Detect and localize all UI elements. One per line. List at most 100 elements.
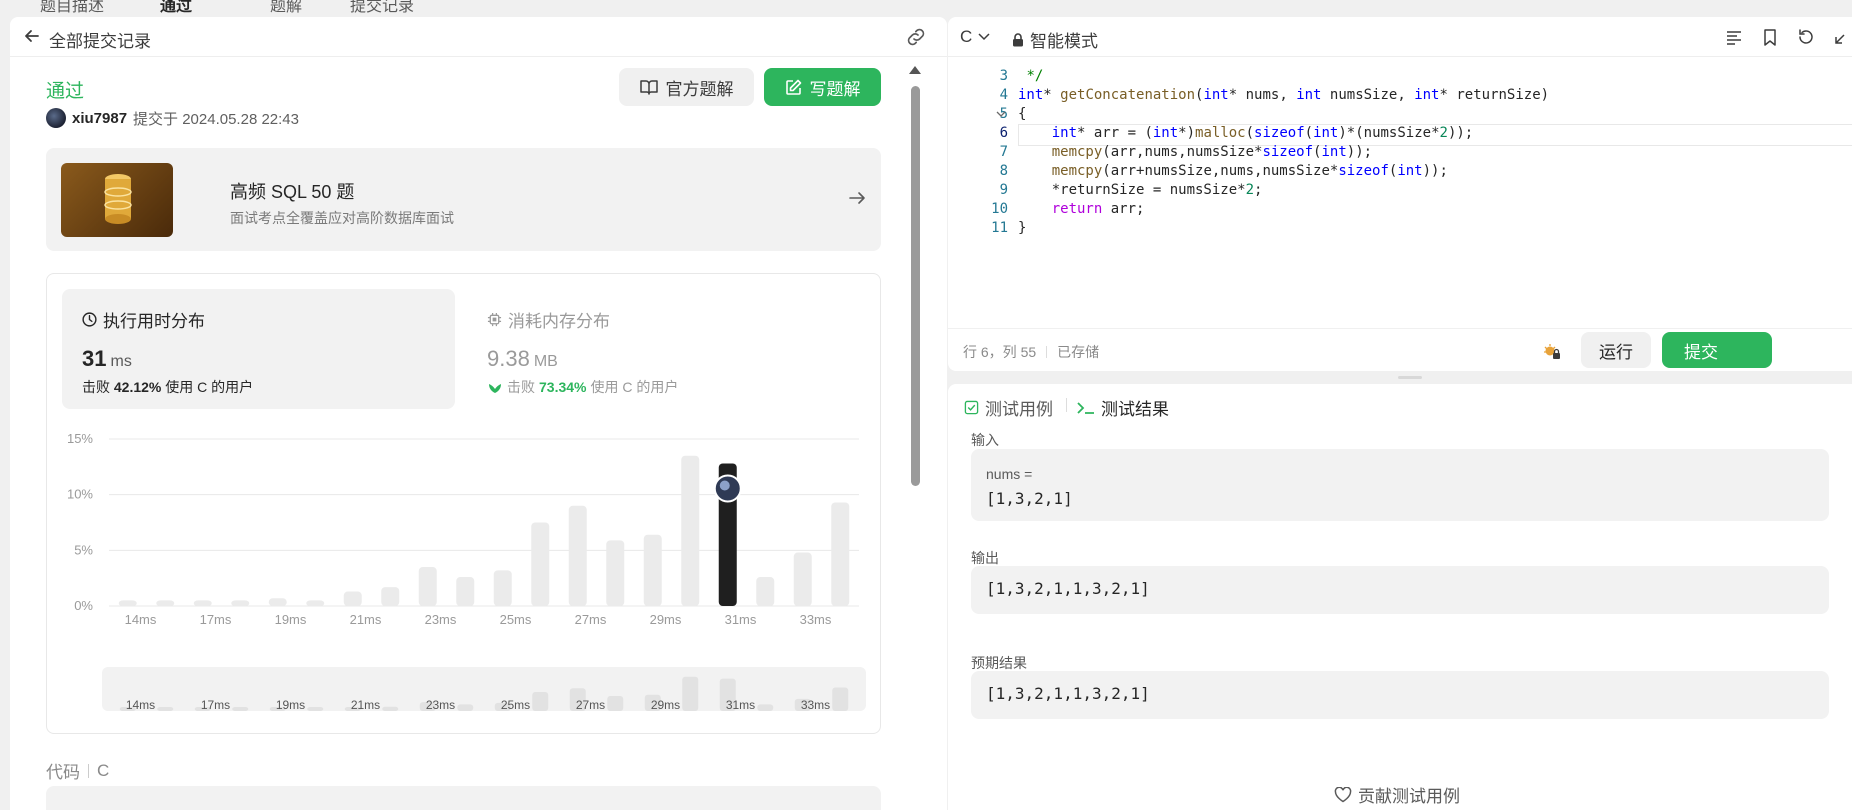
format-icon[interactable] bbox=[1724, 27, 1744, 47]
checkbox-icon bbox=[964, 400, 979, 415]
code-area[interactable]: 3 */ 4 int* getConcatenation(int* nums, in… bbox=[948, 58, 1852, 328]
chart-range-minimap[interactable]: 14ms 17ms 19ms 21ms 23ms 25ms 27ms 29ms 31ms 33ms bbox=[102, 667, 866, 711]
line-number: 11 bbox=[991, 220, 1008, 236]
minimap-tick-label: 23ms bbox=[426, 698, 455, 711]
submitted-time: 提交于 2024.05.28 22:43 bbox=[133, 110, 299, 128]
chevron-down-icon bbox=[978, 33, 990, 41]
tab-submissions[interactable]: 提交记录 bbox=[350, 0, 414, 14]
promo-title: 高频 SQL 50 题 bbox=[230, 182, 355, 202]
contribute-testcase-button[interactable]: 贡献测试用例 bbox=[1334, 782, 1460, 807]
minimap-tick-label: 27ms bbox=[576, 698, 605, 711]
x-tick-label: 25ms bbox=[500, 612, 532, 624]
distribution-bar bbox=[156, 600, 175, 606]
runtime-distribution-chart[interactable]: 15% 10% 5% 0% 14ms 17ms 19ms 21ms 23ms 25ms 27ms 29… bbox=[47, 424, 882, 624]
minimap-tick-label: 19ms bbox=[276, 698, 305, 711]
app-root: 题目描述 通过 题解 提交记录 全部提交记录 通过 xiu7987 提交于 20… bbox=[0, 0, 1852, 810]
fold-chevron-icon[interactable] bbox=[996, 111, 1006, 119]
link-icon[interactable] bbox=[905, 27, 927, 47]
bookmark-icon[interactable] bbox=[1760, 27, 1780, 47]
x-tick-label: 29ms bbox=[650, 612, 682, 624]
reset-icon[interactable] bbox=[1796, 27, 1816, 47]
x-tick-label: 21ms bbox=[350, 612, 382, 624]
tab-testresult[interactable]: 测试结果 bbox=[1077, 395, 1169, 420]
arrow-right-icon bbox=[849, 192, 865, 204]
minimap-bar bbox=[457, 704, 474, 711]
input-box: nums = [1,3,2,1] bbox=[971, 449, 1829, 521]
expected-value: [1,3,2,1,1,3,2,1] bbox=[986, 684, 1150, 703]
memory-number: 9.38 bbox=[487, 346, 530, 371]
scroll-up-icon[interactable] bbox=[909, 66, 921, 74]
saved-status: 已存储 bbox=[1057, 344, 1100, 360]
horizontal-resizer[interactable] bbox=[1398, 376, 1422, 379]
code-lang-text: C bbox=[97, 760, 110, 780]
runtime-number: 31 bbox=[82, 346, 107, 371]
line-number: 7 bbox=[999, 144, 1008, 160]
minimap-tick-label: 14ms bbox=[126, 698, 155, 711]
debug-locked-icon[interactable] bbox=[1542, 341, 1562, 361]
username[interactable]: xiu7987 bbox=[72, 110, 127, 127]
tab-accepted[interactable]: 通过 bbox=[160, 0, 192, 14]
smart-mode-toggle[interactable]: 智能模式 bbox=[1012, 27, 1098, 52]
promo-card-sql50[interactable]: 高频 SQL 50 题 面试考点全覆盖应对高阶数据库面试 bbox=[46, 148, 881, 251]
code-line[interactable]: { bbox=[1018, 106, 1026, 122]
left-scrollbar[interactable] bbox=[905, 58, 926, 810]
minimap-tick-label: 21ms bbox=[351, 698, 380, 711]
distribution-bar bbox=[568, 505, 587, 606]
minimap-bar bbox=[382, 706, 399, 711]
runtime-unit: ms bbox=[110, 353, 132, 370]
minimap-bar bbox=[532, 692, 549, 711]
all-submissions-link[interactable]: 全部提交记录 bbox=[49, 27, 151, 52]
runtime-stat-tab[interactable]: 执行用时分布 31 ms 击败 42.12% 使用 C 的用户 bbox=[62, 289, 455, 409]
collapse-icon[interactable] bbox=[1832, 27, 1852, 47]
memory-beats-pct: 73.34% bbox=[539, 379, 587, 395]
expected-box: [1,3,2,1,1,3,2,1] bbox=[971, 671, 1829, 719]
memory-beats: 击败 73.34% 使用 C 的用户 bbox=[487, 377, 678, 397]
distribution-bar bbox=[793, 552, 812, 606]
minimap-bar bbox=[607, 696, 624, 711]
tab-solutions[interactable]: 题解 bbox=[270, 0, 302, 14]
code-line[interactable]: memcpy(arr,nums,numsSize*sizeof(int)); bbox=[1018, 144, 1372, 160]
run-button[interactable]: 运行 bbox=[1581, 332, 1651, 368]
memory-beats-suffix: 使用 C 的用户 bbox=[590, 379, 679, 395]
x-tick-label: 27ms bbox=[575, 612, 607, 624]
smart-mode-label: 智能模式 bbox=[1030, 32, 1098, 51]
distribution-bar bbox=[681, 455, 700, 606]
back-arrow-icon[interactable] bbox=[22, 26, 42, 46]
runtime-label-text: 执行用时分布 bbox=[103, 312, 205, 331]
language-select[interactable]: C bbox=[960, 27, 990, 47]
distribution-bar bbox=[456, 577, 475, 606]
submit-button[interactable]: 提交 bbox=[1662, 332, 1772, 368]
runtime-value: 31 ms bbox=[82, 346, 132, 372]
tab-testresult-label: 测试结果 bbox=[1101, 400, 1169, 419]
code-line[interactable]: return arr; bbox=[1018, 201, 1145, 217]
minimap-tick-label: 29ms bbox=[651, 698, 680, 711]
distribution-bar bbox=[606, 540, 625, 606]
write-solution-button[interactable]: 写题解 bbox=[764, 68, 881, 106]
label-separator bbox=[88, 763, 89, 778]
code-line[interactable]: *returnSize = numsSize*2; bbox=[1018, 182, 1263, 198]
code-line[interactable]: int* arr = (int*)malloc(sizeof(int)*(num… bbox=[1018, 125, 1474, 141]
memory-label: 消耗内存分布 bbox=[487, 307, 610, 332]
tab-testcases[interactable]: 测试用例 bbox=[964, 395, 1053, 420]
tab-description[interactable]: 题目描述 bbox=[40, 0, 104, 14]
minimap-bar bbox=[232, 707, 249, 711]
distribution-bar bbox=[268, 598, 287, 606]
memory-stat-tab[interactable]: 消耗内存分布 9.38 MB 击败 73.34% 使用 C 的用户 bbox=[477, 289, 870, 409]
code-line[interactable]: memcpy(arr+numsSize,nums,numsSize*sizeof… bbox=[1018, 163, 1448, 179]
editor-tools bbox=[1724, 27, 1852, 47]
submission-body: 通过 xiu7987 提交于 2024.05.28 22:43 官方题解 写题解 bbox=[10, 58, 926, 810]
code-line[interactable]: */ bbox=[1018, 68, 1043, 84]
scrollbar-thumb[interactable] bbox=[911, 86, 920, 486]
code-line[interactable]: } bbox=[1018, 220, 1026, 236]
memory-label-text: 消耗内存分布 bbox=[508, 312, 610, 331]
distribution-bar bbox=[193, 600, 212, 606]
avatar[interactable] bbox=[46, 108, 66, 128]
status-accepted: 通过 bbox=[46, 81, 85, 102]
memory-unit: MB bbox=[533, 353, 558, 370]
code-line[interactable]: int* getConcatenation(int* nums, int num… bbox=[1018, 87, 1549, 103]
minimap-bar bbox=[757, 704, 774, 711]
input-value[interactable]: [1,3,2,1] bbox=[986, 489, 1073, 508]
memory-value: 9.38 MB bbox=[487, 346, 558, 372]
distribution-bar bbox=[418, 567, 437, 606]
official-solution-button[interactable]: 官方题解 bbox=[619, 68, 754, 106]
